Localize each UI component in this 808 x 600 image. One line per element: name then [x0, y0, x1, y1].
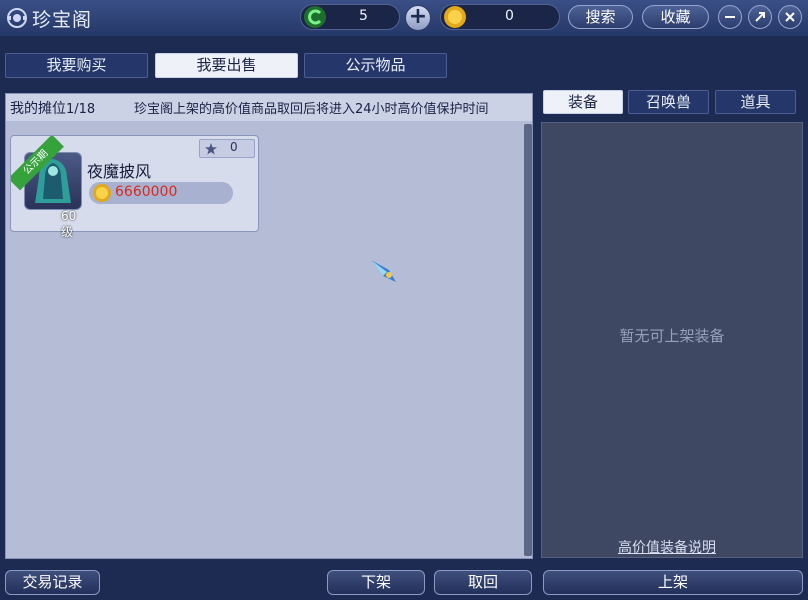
close-icon: [785, 12, 795, 22]
stall-title-label: 我的摊位: [10, 101, 66, 117]
tab-buy[interactable]: 我要购买: [5, 53, 148, 78]
popout-button[interactable]: [748, 5, 772, 29]
stall-scrollbar[interactable]: [524, 124, 532, 556]
currency-green-orb: 5: [300, 4, 400, 30]
stall-note: 珍宝阁上架的高价值商品取回后将进入24小时高价值保护时间: [134, 102, 489, 117]
tab-public-items[interactable]: 公示物品: [304, 53, 447, 78]
title-bar: 珍宝阁 5 + 0 搜索 收藏: [0, 0, 808, 36]
badge-clip: 公示期: [11, 136, 71, 196]
retrieve-button[interactable]: 取回: [434, 570, 532, 595]
search-button[interactable]: 搜索: [568, 5, 633, 29]
green-orb-icon: [304, 6, 326, 28]
star-icon: [205, 143, 217, 155]
stall-header: 我的摊位1/18 珍宝阁上架的高价值商品取回后将进入24小时高价值保护时间: [6, 94, 532, 121]
favorite-button[interactable]: 收藏: [642, 5, 709, 29]
popout-icon: [755, 12, 765, 22]
currency-gold-coin: 0: [440, 4, 560, 30]
green-orb-value: 5: [359, 8, 368, 24]
stall-panel: 我的摊位1/18 珍宝阁上架的高价值商品取回后将进入24小时高价值保护时间 60…: [5, 93, 533, 559]
stall-count: 1/18: [66, 102, 96, 117]
gold-coin-icon: [444, 6, 466, 28]
minimize-icon: [725, 16, 735, 18]
coin-icon: [93, 184, 111, 202]
equipment-panel: 暂无可上架装备 高价值装备说明: [541, 122, 803, 558]
stall-title: 我的摊位1/18: [10, 98, 95, 118]
empty-equipment-text: 暂无可上架装备: [619, 327, 725, 345]
high-value-equipment-help-link[interactable]: 高价值装备说明: [542, 537, 792, 557]
tab-summon-beast[interactable]: 召唤兽: [628, 90, 709, 114]
add-currency-button[interactable]: +: [405, 5, 431, 31]
close-button[interactable]: [778, 5, 802, 29]
unlist-button[interactable]: 下架: [327, 570, 425, 595]
item-level: 60级: [61, 209, 77, 239]
stall-item-card[interactable]: 60级 公示期 0 夜魔披风 6660000: [10, 135, 259, 239]
favorite-count-box[interactable]: 0: [199, 139, 255, 158]
public-period-badge: 公示期: [11, 136, 64, 191]
item-price: 6660000: [115, 184, 178, 200]
window-title: 珍宝阁: [32, 9, 93, 31]
tab-sell[interactable]: 我要出售: [155, 53, 298, 78]
tab-props[interactable]: 道具: [715, 90, 796, 114]
item-price-bar: 6660000: [89, 182, 233, 204]
minimize-button[interactable]: [718, 5, 742, 29]
item-name: 夜魔披风: [87, 162, 152, 181]
trade-history-button[interactable]: 交易记录: [5, 570, 100, 595]
favorite-count: 0: [230, 140, 238, 154]
list-item-button[interactable]: 上架: [543, 570, 803, 595]
cursor-icon: [371, 260, 396, 282]
gold-coin-value: 0: [505, 8, 514, 24]
treasure-pavilion-icon: [7, 8, 27, 28]
tab-equipment[interactable]: 装备: [543, 90, 623, 114]
